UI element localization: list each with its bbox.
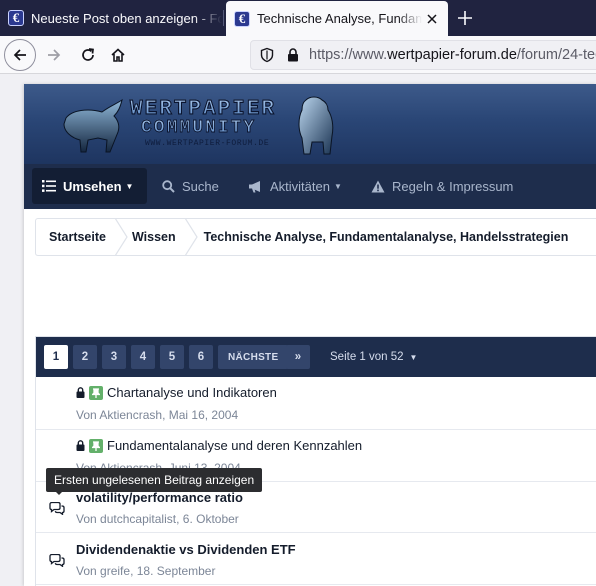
nav-item-regeln[interactable]: Regeln & Impressum [371,164,513,209]
tab-title: Neueste Post oben anzeigen - Forum [31,10,222,26]
meta-prefix: Von [76,564,97,578]
plus-icon [458,11,472,25]
browser-tab-active[interactable]: € Technische Analyse, Fundamentalanalyse [226,1,448,36]
nav-item-umsehen[interactable]: Umsehen ▼ [32,168,148,204]
list-icon [42,180,56,192]
page-2-button[interactable]: 2 [73,345,97,369]
arrow-left-icon [13,49,26,61]
topic-meta: Von Aktiencrash, Mai 16, 2004 [76,408,238,422]
page-1-button[interactable]: 1 [44,345,68,369]
arrow-right-icon [48,49,61,61]
url-prefix: https://www. [309,47,388,63]
topic-title-link[interactable]: Dividendenaktie vs Dividenden ETF [76,542,296,557]
meta-comma: , [162,408,169,422]
page-jump-dropdown[interactable]: Seite 1 von 52 ▼ [330,345,417,369]
new-tab-button[interactable] [452,6,478,30]
caret-down-icon: ▼ [125,181,134,191]
browser-tab[interactable]: € Neueste Post oben anzeigen - Forum [0,0,222,36]
topic-row[interactable]: Dividendenaktie vs Dividenden ETF Von gr… [36,533,596,585]
topic-title-link[interactable]: Chartanalyse und Indikatoren [107,385,277,400]
page-6-button[interactable]: 6 [189,345,213,369]
breadcrumb: Startseite Wissen Technische Analyse, Fu… [35,218,596,256]
url-host: wertpapier-forum.de [387,47,517,63]
back-button[interactable] [4,39,36,71]
topic-row[interactable]: Chartanalyse und Indikatoren Von Aktienc… [36,377,596,430]
topic-date: 18. September [136,564,216,578]
topic-title-line: Fundamentalanalyse und deren Kennzahlen [76,438,362,453]
topic-title-line: Dividendenaktie vs Dividenden ETF [76,542,296,557]
topic-title-line: volatility/performance ratio [76,490,243,505]
pagination-bar: 1 2 3 4 5 6 NÄCHSTE » Seite 1 von 52 ▼ [36,337,596,377]
unread-chat-icon[interactable] [49,501,65,520]
lock-icon[interactable] [285,47,301,63]
unread-chat-icon[interactable] [49,553,65,572]
topic-title-link[interactable]: Fundamentalanalyse und deren Kennzahlen [107,438,362,453]
topic-date: Mai 16, 2004 [168,408,239,422]
nav-label: Aktivitäten [270,179,330,194]
meta-prefix: Von [76,408,97,422]
url-path: /forum/24-technische-analyse [516,47,596,63]
meta-comma: , [176,512,183,526]
site-banner[interactable]: WERTPAPIER COMMUNITY WWW.WERTPAPIER-FORU… [24,84,596,164]
pin-icon [89,438,103,453]
reload-button[interactable] [72,39,104,71]
topic-list-block: 1 2 3 4 5 6 NÄCHSTE » Seite 1 von 52 ▼ C… [35,336,596,586]
forward-button[interactable] [38,39,70,71]
topic-author-link[interactable]: greife [100,564,130,578]
browser-tabstrip: € Neueste Post oben anzeigen - Forum € T… [0,0,596,36]
nav-label: Umsehen [63,178,122,194]
tooltip-arrow [54,490,64,495]
page-3-button[interactable]: 3 [102,345,126,369]
web-page: WERTPAPIER COMMUNITY WWW.WERTPAPIER-FORU… [24,84,596,586]
pin-icon [89,385,103,400]
lock-icon [76,387,85,398]
page-info-label: Seite 1 von 52 [330,351,404,363]
topic-date: 6. Oktober [182,512,239,526]
browser-navbar: https://www. wertpapier-forum.de/forum/24… [0,36,596,74]
breadcrumb-item-wissen[interactable]: Wissen [129,219,176,255]
nav-item-suche[interactable]: Suche [162,164,219,209]
home-icon [111,48,125,62]
tab-title: Technische Analyse, Fundamentalanalyse [257,11,422,26]
breadcrumb-item-current[interactable]: Technische Analyse, Fundamentalanalyse, … [199,219,569,255]
meta-prefix: Von [76,512,97,526]
breadcrumb-chevron-icon [114,218,128,256]
page-4-button[interactable]: 4 [131,345,155,369]
bull-logo-icon [63,98,123,153]
last-page-button[interactable]: » [286,345,310,369]
main-navigation: Umsehen ▼ Suche Aktivitäten ▼ Regeln & I… [24,164,596,209]
next-page-button[interactable]: NÄCHSTE [218,345,289,369]
page-5-button[interactable]: 5 [160,345,184,369]
logo-wordmark-bottom: COMMUNITY [140,118,257,139]
topic-author-link[interactable]: dutchcapitalist [100,512,176,526]
warning-icon [371,180,385,193]
home-button[interactable] [102,39,134,71]
topic-meta: Von greife, 18. September [76,564,215,578]
euro-favicon-icon: € [234,10,250,27]
reload-icon [82,48,94,61]
megaphone-icon [248,180,263,193]
bear-logo-icon [298,96,334,155]
nav-label: Suche [182,179,219,194]
url-bar[interactable]: https://www. wertpapier-forum.de/forum/24… [250,40,596,70]
search-icon [162,180,175,193]
tooltip: Ersten ungelesenen Beitrag anzeigen [46,468,263,492]
nav-label: Regeln & Impressum [392,179,514,194]
euro-favicon-icon: € [8,10,24,26]
shield-icon[interactable] [259,47,275,63]
logo-url-text: WWW.WERTPAPIER-FORUM.DE [145,139,270,148]
nav-item-aktivitaeten[interactable]: Aktivitäten ▼ [248,164,342,209]
caret-down-icon: ▼ [409,352,418,362]
breadcrumb-item-startseite[interactable]: Startseite [36,219,106,255]
topic-title-link[interactable]: volatility/performance ratio [76,490,243,505]
topic-title-line: Chartanalyse und Indikatoren [76,385,277,400]
caret-down-icon: ▼ [333,182,342,191]
meta-comma: , [130,564,137,578]
tab-separator [223,10,224,26]
close-icon[interactable] [422,9,442,29]
topic-author-link[interactable]: Aktiencrash [99,408,162,422]
lock-icon [76,440,85,451]
breadcrumb-chevron-icon [184,218,198,256]
topic-meta: Von dutchcapitalist, 6. Oktober [76,512,239,526]
